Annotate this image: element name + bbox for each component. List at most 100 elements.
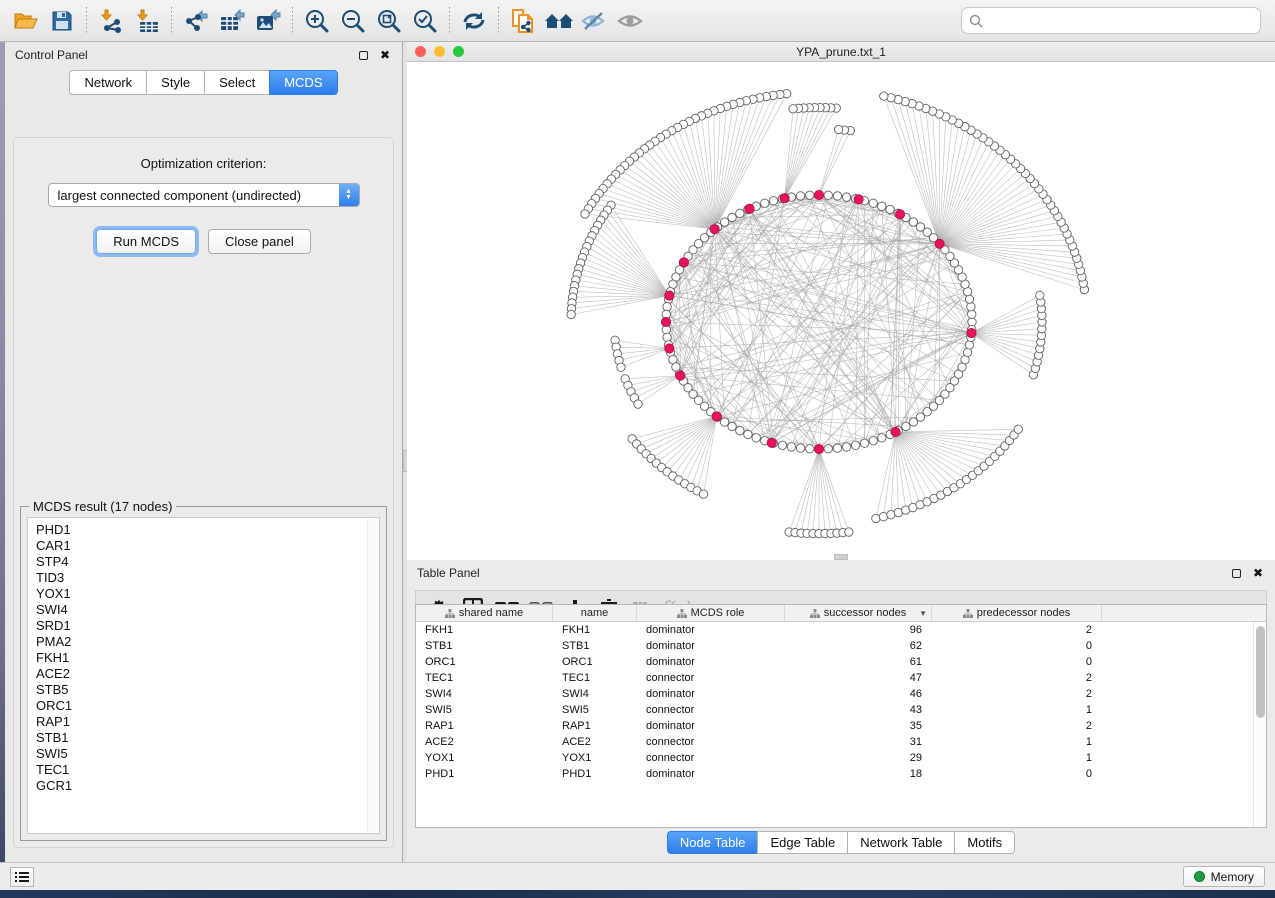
export-image-icon[interactable] (250, 4, 286, 38)
search-box[interactable] (961, 7, 1261, 34)
show-all-icon[interactable] (613, 4, 649, 38)
main-toolbar (0, 0, 1275, 42)
minimize-window-icon[interactable] (434, 46, 445, 57)
control-panel-title: Control Panel (15, 48, 88, 62)
zoom-out-icon[interactable] (335, 4, 371, 38)
import-network-icon[interactable] (93, 4, 129, 38)
open-session-icon[interactable] (8, 4, 44, 38)
table-row[interactable]: SWI5SWI5connector431 (416, 702, 1253, 718)
mcds-list-scrollbar[interactable] (367, 519, 378, 832)
first-neighbors-icon[interactable] (541, 4, 577, 38)
mcds-result-item[interactable]: RAP1 (36, 714, 379, 730)
mcds-result-item[interactable]: SWI5 (36, 746, 379, 762)
column-header-shared-name[interactable]: shared name (416, 605, 553, 621)
tab-motifs[interactable]: Motifs (954, 831, 1015, 854)
refresh-icon[interactable] (456, 4, 492, 38)
mcds-result-item[interactable]: GCR1 (36, 778, 379, 794)
import-table-icon[interactable] (129, 4, 165, 38)
run-mcds-button[interactable]: Run MCDS (96, 229, 196, 254)
zoom-in-icon[interactable] (299, 4, 335, 38)
optimization-criterion-select[interactable]: largest connected component (undirected)… (48, 183, 360, 207)
table-cell: FKH1 (416, 622, 553, 638)
zoom-fit-icon[interactable] (371, 4, 407, 38)
tab-select[interactable]: Select (204, 70, 269, 95)
mcds-result-item[interactable]: STB1 (36, 730, 379, 746)
table-vertical-scrollbar[interactable] (1253, 622, 1266, 827)
table-cell: ACE2 (416, 734, 553, 750)
show-panels-list-icon[interactable] (10, 867, 34, 887)
table-cell: 2 (932, 622, 1102, 638)
mcds-result-item[interactable]: TEC1 (36, 762, 379, 778)
mcds-result-item[interactable]: YOX1 (36, 586, 379, 602)
network-window-title: YPA_prune.txt_1 (407, 45, 1275, 59)
table-cell: ORC1 (553, 654, 637, 670)
table-row[interactable]: TEC1TEC1connector472 (416, 670, 1253, 686)
table-cell: connector (637, 734, 785, 750)
column-tree-icon (445, 609, 455, 618)
close-window-icon[interactable] (415, 46, 426, 57)
column-header-predecessor-nodes[interactable]: predecessor nodes (932, 605, 1102, 621)
mcds-result-item[interactable]: SRD1 (36, 618, 379, 634)
mcds-result-item[interactable]: ACE2 (36, 666, 379, 682)
network-canvas[interactable] (407, 62, 1275, 559)
table-cell: dominator (637, 686, 785, 702)
mcds-result-item[interactable]: CAR1 (36, 538, 379, 554)
table-row[interactable]: PHD1PHD1dominator180 (416, 766, 1253, 782)
table-row[interactable]: ORC1ORC1dominator610 (416, 654, 1253, 670)
close-panel-icon[interactable]: ✖ (378, 48, 392, 62)
close-panel-icon[interactable]: ✖ (1251, 566, 1265, 580)
table-row[interactable]: YOX1YOX1connector291 (416, 750, 1253, 766)
tab-style[interactable]: Style (146, 70, 204, 95)
float-panel-icon[interactable] (1229, 566, 1243, 580)
mcds-result-list[interactable]: PHD1CAR1STP4TID3YOX1SWI4SRD1PMA2FKH1ACE2… (27, 517, 380, 834)
scrollbar-thumb[interactable] (1256, 626, 1265, 718)
tab-network[interactable]: Network (69, 70, 146, 95)
close-panel-button[interactable]: Close panel (208, 229, 311, 254)
table-cell: 43 (785, 702, 932, 718)
tab-node-table[interactable]: Node Table (667, 831, 758, 854)
table-cell: dominator (637, 766, 785, 782)
toolbar-separator (171, 7, 172, 35)
column-header-successor-nodes[interactable]: successor nodes▼ (785, 605, 932, 621)
mcds-result-item[interactable]: STB5 (36, 682, 379, 698)
save-session-icon[interactable] (44, 4, 80, 38)
hide-selected-icon[interactable] (577, 4, 613, 38)
toolbar-separator (292, 7, 293, 35)
memory-button[interactable]: Memory (1183, 866, 1265, 887)
mcds-result-item[interactable]: PMA2 (36, 634, 379, 650)
table-row[interactable]: ACE2ACE2connector311 (416, 734, 1253, 750)
search-input[interactable] (988, 14, 1253, 28)
new-network-from-selection-icon[interactable] (505, 4, 541, 38)
mcds-result-item[interactable]: PHD1 (36, 522, 379, 538)
table-cell: STB1 (553, 638, 637, 654)
table-row[interactable]: SWI4SWI4dominator462 (416, 686, 1253, 702)
control-panel: Control Panel ✖ NetworkStyleSelectMCDS O… (5, 42, 402, 862)
table-cell: SWI5 (553, 702, 637, 718)
mcds-result-item[interactable]: SWI4 (36, 602, 379, 618)
table-cell: 35 (785, 718, 932, 734)
export-network-icon[interactable] (178, 4, 214, 38)
table-row[interactable]: STB1STB1dominator620 (416, 638, 1253, 654)
mcds-result-item[interactable]: FKH1 (36, 650, 379, 666)
table-cell: 29 (785, 750, 932, 766)
mcds-result-item[interactable]: TID3 (36, 570, 379, 586)
table-cell: 46 (785, 686, 932, 702)
table-row[interactable]: FKH1FKH1dominator962 (416, 622, 1253, 638)
column-header-name[interactable]: name (553, 605, 637, 621)
table-cell: dominator (637, 638, 785, 654)
mcds-result-item[interactable]: ORC1 (36, 698, 379, 714)
tab-network-table[interactable]: Network Table (847, 831, 954, 854)
float-panel-icon[interactable] (356, 48, 370, 62)
table-cell: 2 (932, 718, 1102, 734)
column-header-MCDS-role[interactable]: MCDS role (637, 605, 785, 621)
table-row[interactable]: RAP1RAP1dominator352 (416, 718, 1253, 734)
table-cell: 47 (785, 670, 932, 686)
tab-edge-table[interactable]: Edge Table (757, 831, 847, 854)
maximize-window-icon[interactable] (453, 46, 464, 57)
mcds-result-item[interactable]: STP4 (36, 554, 379, 570)
tab-mcds[interactable]: MCDS (269, 70, 337, 95)
export-table-icon[interactable] (214, 4, 250, 38)
network-window-titlebar[interactable]: YPA_prune.txt_1 (407, 42, 1275, 62)
table-cell: RAP1 (553, 718, 637, 734)
zoom-selected-icon[interactable] (407, 4, 443, 38)
